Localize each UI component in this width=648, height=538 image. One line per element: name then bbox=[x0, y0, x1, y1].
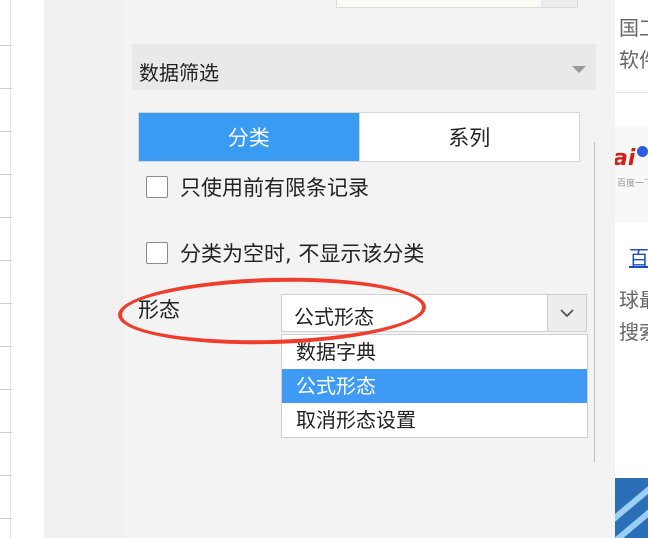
limit-records-checkbox[interactable] bbox=[146, 176, 168, 198]
logo-subtext: 百度一下 bbox=[617, 179, 648, 189]
grid-tick bbox=[0, 346, 12, 347]
grid-tick bbox=[0, 131, 12, 132]
page-text-line: 球最 bbox=[619, 288, 648, 312]
grid-tick bbox=[0, 45, 12, 46]
baidu-logo: ai 百度一下 bbox=[615, 126, 648, 222]
grid-tick bbox=[0, 518, 12, 519]
right-web-page: 国⼯ 软件 ai 百度一下 百 球最 搜索 bbox=[615, 0, 648, 538]
form-label: 形态 bbox=[138, 298, 180, 322]
form-select-dropdown: 数据字典 公式形态 取消形态设置 bbox=[281, 334, 588, 438]
grid-tick bbox=[0, 303, 12, 304]
divider bbox=[615, 92, 648, 93]
panel-gutter bbox=[44, 0, 124, 538]
left-grid-strip bbox=[0, 0, 45, 538]
grid-tick bbox=[0, 217, 12, 218]
dropdown-option-formula-form[interactable]: 公式形态 bbox=[282, 369, 587, 403]
hide-empty-category-option[interactable]: 分类为空时, 不显示该分类 bbox=[146, 238, 424, 268]
top-partial-input[interactable] bbox=[336, 0, 543, 8]
property-panel: 数据筛选 分类 系列 只使用前有限条记录 分类为空时, 不显示该分类 形态 公式… bbox=[124, 0, 615, 538]
grid-tick bbox=[0, 389, 12, 390]
grid-tick bbox=[0, 475, 12, 476]
collapse-caret-icon[interactable] bbox=[572, 66, 586, 73]
hide-empty-category-checkbox[interactable] bbox=[146, 242, 168, 264]
grid-tick bbox=[0, 432, 12, 433]
limit-records-label: 只使用前有限条记录 bbox=[180, 176, 369, 200]
tab-series[interactable]: 系列 bbox=[358, 113, 579, 161]
page-text-line: 国⼯ bbox=[619, 16, 648, 40]
chevron-down-icon[interactable] bbox=[547, 295, 586, 331]
form-select-value: 公式形态 bbox=[294, 305, 374, 329]
dropdown-option-data-dictionary[interactable]: 数据字典 bbox=[282, 335, 587, 369]
dropdown-option-cancel-form[interactable]: 取消形态设置 bbox=[282, 403, 587, 437]
top-partial-input-button[interactable] bbox=[541, 0, 578, 8]
page-text-line: 软件 bbox=[619, 48, 648, 72]
page-text-line: 搜索 bbox=[619, 320, 648, 344]
form-select[interactable]: 公式形态 bbox=[281, 294, 587, 332]
grid-tick bbox=[0, 88, 12, 89]
thumbnail-image bbox=[615, 478, 648, 538]
grid-tick bbox=[0, 260, 12, 261]
panel-scrollbar[interactable] bbox=[594, 142, 595, 462]
tab-category[interactable]: 分类 bbox=[139, 113, 359, 161]
data-filter-section-header[interactable]: 数据筛选 bbox=[132, 44, 596, 90]
category-series-tabs: 分类 系列 bbox=[138, 112, 580, 162]
page-link[interactable]: 百 bbox=[629, 242, 648, 271]
grid-tick bbox=[0, 174, 12, 175]
paw-icon bbox=[637, 146, 648, 157]
limit-records-option[interactable]: 只使用前有限条记录 bbox=[146, 172, 369, 202]
section-title: 数据筛选 bbox=[139, 61, 219, 85]
grid-line bbox=[10, 0, 11, 538]
logo-text: ai bbox=[615, 146, 636, 171]
hide-empty-category-label: 分类为空时, 不显示该分类 bbox=[180, 242, 425, 266]
